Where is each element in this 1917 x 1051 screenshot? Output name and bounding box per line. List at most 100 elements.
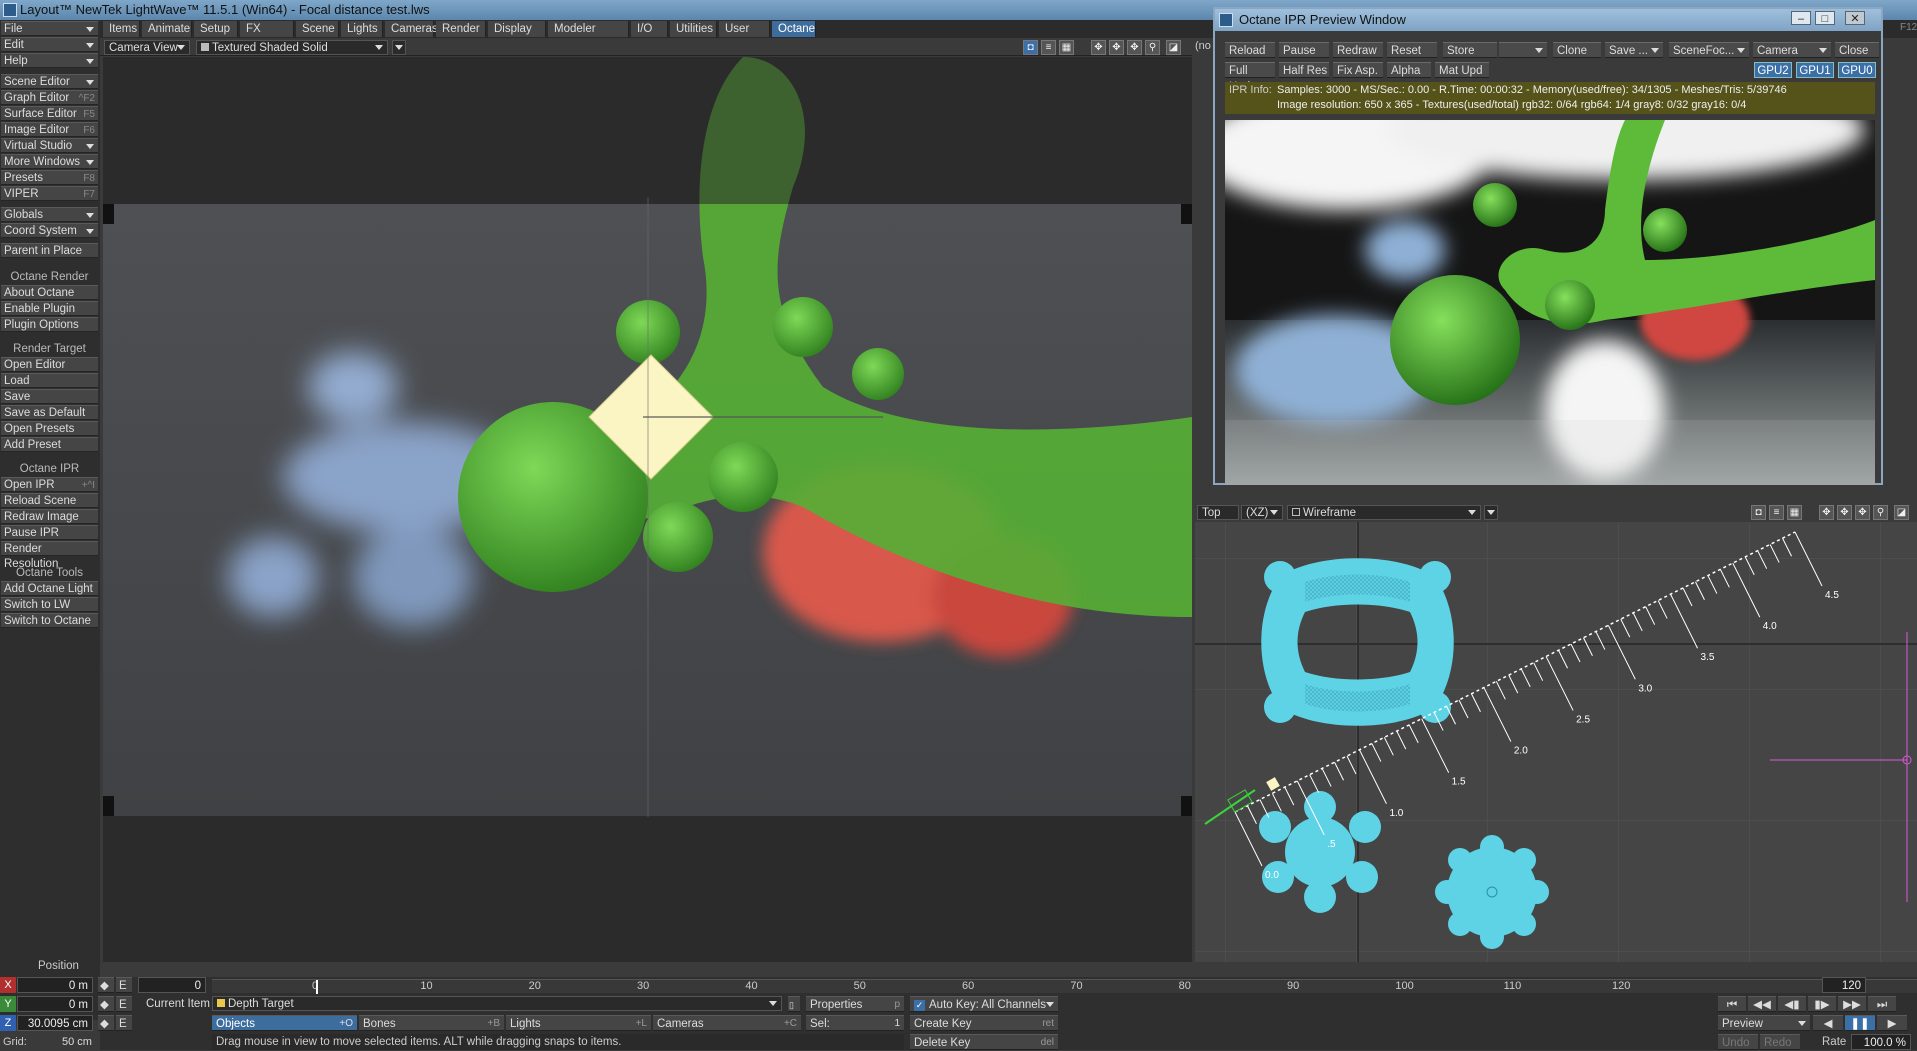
- tab-items[interactable]: Items: [103, 21, 140, 37]
- sidebar-item-save-as-default[interactable]: Save as Default: [1, 405, 98, 420]
- objects-mode-button[interactable]: Objects +O: [212, 1015, 357, 1031]
- tab-display[interactable]: Display: [488, 21, 546, 37]
- x-position-field[interactable]: 0 m: [17, 977, 93, 993]
- undo-button[interactable]: Undo: [1718, 1034, 1758, 1050]
- sidebar-item-open-presets-shelf[interactable]: Open Presets Shelf: [1, 421, 98, 450]
- current-item-select[interactable]: Depth Target: [212, 996, 782, 1011]
- bones-mode-button[interactable]: Bones +B: [359, 1015, 504, 1031]
- ipr-store-slot-select[interactable]: [1499, 42, 1547, 58]
- top-render-mode-select[interactable]: Wireframe: [1287, 505, 1481, 520]
- ipr-reload-button[interactable]: Reload: [1225, 42, 1275, 58]
- maximize-icon[interactable]: □: [1815, 11, 1835, 25]
- current-frame-field[interactable]: 0: [138, 977, 206, 993]
- zoom-icon[interactable]: ⚲: [1873, 505, 1888, 520]
- rotate-view-icon[interactable]: ✥: [1837, 505, 1852, 520]
- top-view-select[interactable]: Top: [1197, 505, 1239, 520]
- sidebar-item-plugin-options[interactable]: Plugin Options: [1, 317, 98, 332]
- timeline-ruler[interactable]: 0102030405060708090100110120: [212, 979, 1917, 994]
- next-key-icon[interactable]: ▶▶: [1838, 996, 1866, 1012]
- render-mode-select[interactable]: Textured Shaded Solid: [196, 40, 388, 55]
- tab-animate[interactable]: Animate: [142, 21, 192, 37]
- sidebar-item-redraw-image[interactable]: Redraw Image: [1, 509, 98, 524]
- properties-button[interactable]: Properties p: [806, 996, 904, 1012]
- delete-key-button[interactable]: Delete Key del: [910, 1034, 1058, 1050]
- sidebar-item-add-octane-light[interactable]: Add Octane Light: [1, 581, 98, 596]
- prev-frame-icon[interactable]: ◀▮: [1778, 996, 1806, 1012]
- prev-key-icon[interactable]: ◀◀: [1748, 996, 1776, 1012]
- z-key-toggle[interactable]: ◆: [98, 1015, 114, 1031]
- tab-user-tab[interactable]: User Tab: [719, 21, 770, 51]
- y-envelope-button[interactable]: E: [116, 996, 132, 1012]
- help-menu[interactable]: Help: [1, 53, 98, 68]
- pan-icon[interactable]: ✥: [1855, 505, 1870, 520]
- sidebar-item-load[interactable]: Load: [1, 373, 98, 388]
- sidebar-item-graph-editor[interactable]: Graph Editor ^F2: [1, 90, 98, 105]
- ipr-mat-upd-button[interactable]: Mat Upd: [1435, 62, 1489, 78]
- ipr-gpu1-toggle[interactable]: GPU1: [1796, 62, 1834, 78]
- list-icon[interactable]: ≡: [1041, 40, 1056, 55]
- maximize-viewport-icon[interactable]: ◪: [1166, 40, 1181, 55]
- tab-setup[interactable]: Setup: [194, 21, 238, 37]
- timeline-playhead[interactable]: [316, 980, 318, 994]
- tab-render[interactable]: Render: [436, 21, 486, 37]
- ipr-alpha-button[interactable]: Alpha: [1387, 62, 1431, 78]
- ipr-save-select[interactable]: Save ...: [1605, 42, 1663, 58]
- grid-icon[interactable]: ▦: [1787, 505, 1802, 520]
- close-icon[interactable]: ✕: [1845, 11, 1865, 25]
- sidebar-item-viper[interactable]: VIPER F7: [1, 186, 98, 201]
- tab-lights[interactable]: Lights: [341, 21, 383, 37]
- ipr-gpu2-toggle[interactable]: GPU2: [1754, 62, 1792, 78]
- sidebar-item-enable-plugin[interactable]: Enable Plugin: [1, 301, 98, 316]
- lights-mode-button[interactable]: Lights +L: [506, 1015, 651, 1031]
- sidebar-item-image-editor[interactable]: Image Editor F6: [1, 122, 98, 137]
- ipr-fix-asp-button[interactable]: Fix Asp.: [1333, 62, 1383, 78]
- sidebar-item-globals[interactable]: Globals: [1, 207, 98, 222]
- list-icon[interactable]: ≡: [1769, 505, 1784, 520]
- ipr-render-image[interactable]: [1225, 120, 1875, 485]
- ipr-full-upd-button[interactable]: Full Upd.: [1225, 62, 1275, 93]
- end-frame-field[interactable]: 120: [1822, 977, 1866, 993]
- file-menu[interactable]: File: [1, 21, 98, 36]
- sidebar-item-scene-editor[interactable]: Scene Editor: [1, 74, 98, 89]
- tab-utilities[interactable]: Utilities: [670, 21, 717, 37]
- first-frame-icon[interactable]: ⏮: [1718, 996, 1746, 1012]
- zoom-icon[interactable]: ⚲: [1145, 40, 1160, 55]
- ipr-camera-select[interactable]: Camera: [1753, 42, 1831, 58]
- sidebar-item-reload-scene[interactable]: Reload Scene: [1, 493, 98, 508]
- camera-icon[interactable]: ◘: [1751, 505, 1766, 520]
- ipr-store-button[interactable]: Store: [1443, 42, 1497, 58]
- play-reverse-icon[interactable]: ◀: [1813, 1015, 1843, 1031]
- redo-button[interactable]: Redo: [1760, 1034, 1800, 1050]
- next-frame-icon[interactable]: ▮▶: [1808, 996, 1836, 1012]
- tab-scene[interactable]: Scene: [296, 21, 339, 37]
- rotate-view-icon[interactable]: ✥: [1109, 40, 1124, 55]
- ipr-pause-button[interactable]: Pause: [1279, 42, 1329, 58]
- auto-key-select[interactable]: ✓ Auto Key: All Channels: [910, 996, 1058, 1012]
- view-type-select[interactable]: Camera View: [104, 40, 190, 55]
- play-forward-icon[interactable]: ▶: [1877, 1015, 1907, 1031]
- x-envelope-button[interactable]: E: [116, 977, 132, 993]
- tab-fx-tools[interactable]: FX Tools: [240, 21, 294, 51]
- cameras-mode-button[interactable]: Cameras +C: [653, 1015, 801, 1031]
- sidebar-item-switch-to-lw[interactable]: Switch to LW: [1, 597, 98, 612]
- edit-menu[interactable]: Edit: [1, 37, 98, 52]
- ipr-clone-button[interactable]: Clone: [1553, 42, 1601, 58]
- item-info-icon[interactable]: ▯: [788, 996, 800, 1012]
- y-position-field[interactable]: 0 m: [17, 996, 93, 1012]
- tab-octane[interactable]: Octane: [772, 21, 816, 37]
- ipr-close-button[interactable]: Close: [1835, 42, 1879, 58]
- minimize-icon[interactable]: –: [1791, 11, 1811, 25]
- pan-icon[interactable]: ✥: [1127, 40, 1142, 55]
- ipr-redraw-button[interactable]: Redraw: [1333, 42, 1383, 58]
- sidebar-item-render-resolution[interactable]: Render Resolution: [1, 541, 98, 570]
- sidebar-item-presets[interactable]: Presets F8: [1, 170, 98, 185]
- rate-field[interactable]: 100.0 %: [1851, 1034, 1911, 1050]
- create-key-button[interactable]: Create Key ret: [910, 1015, 1058, 1031]
- ipr-gpu0-toggle[interactable]: GPU0: [1838, 62, 1876, 78]
- tab-i-o[interactable]: I/O: [631, 21, 668, 37]
- preview-select[interactable]: Preview: [1718, 1015, 1810, 1031]
- sidebar-item-parent-in-place[interactable]: Parent in Place: [1, 243, 98, 258]
- sidebar-item-save[interactable]: Save: [1, 389, 98, 404]
- tab-cameras[interactable]: Cameras: [385, 21, 438, 37]
- sidebar-item-switch-to-octane[interactable]: Switch to Octane: [1, 613, 98, 628]
